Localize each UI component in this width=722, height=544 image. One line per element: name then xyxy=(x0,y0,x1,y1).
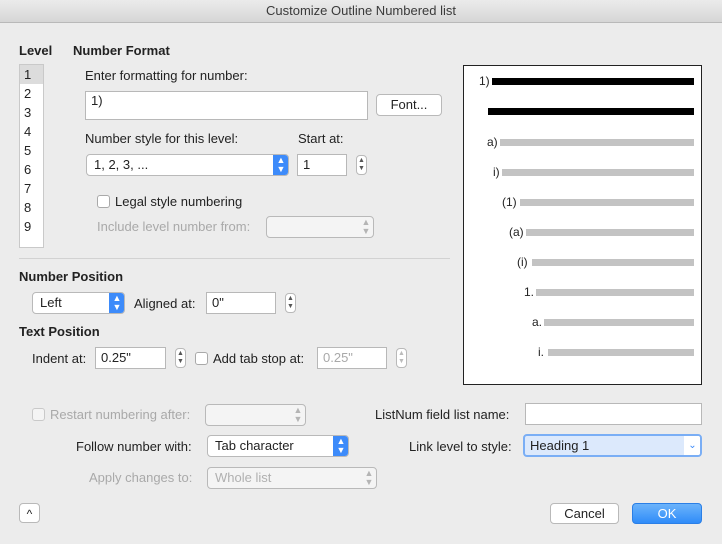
preview-label: 1) xyxy=(479,74,490,88)
indent-at-label: Indent at: xyxy=(32,351,87,366)
follow-number-value: Tab character xyxy=(215,438,294,453)
level-item-2[interactable]: 2 xyxy=(20,84,43,103)
link-level-select[interactable]: Heading 1 ⌄ xyxy=(523,434,702,457)
aligned-at-label: Aligned at: xyxy=(134,296,196,311)
restart-numbering-checkbox[interactable] xyxy=(32,408,45,421)
collapse-button[interactable]: ^ xyxy=(19,503,40,523)
link-level-value: Heading 1 xyxy=(530,438,590,453)
follow-number-label: Follow number with: xyxy=(76,439,192,454)
legal-style-checkbox[interactable] xyxy=(97,195,110,208)
list-preview: 1) a) i) (1) (a) (i) 1. a. i. xyxy=(463,65,702,385)
number-alignment-select[interactable]: Left ▲ ▼ xyxy=(32,292,125,314)
chevron-down-icon: ⌄ xyxy=(684,436,700,455)
tab-stop-input[interactable]: 0.25" xyxy=(317,347,387,369)
start-at-input[interactable]: 1 xyxy=(297,154,347,176)
preview-label: i) xyxy=(493,165,500,179)
legal-style-label: Legal style numbering xyxy=(115,194,243,209)
add-tab-stop-checkbox[interactable] xyxy=(195,352,208,365)
listnum-input[interactable] xyxy=(525,403,702,425)
preview-label: (1) xyxy=(502,195,517,209)
number-format-input[interactable]: 1) xyxy=(85,91,368,120)
preview-line xyxy=(488,108,694,115)
preview-line xyxy=(526,229,694,236)
number-style-value: 1, 2, 3, ... xyxy=(94,157,149,172)
select-arrows-icon: ▲ ▼ xyxy=(273,155,288,175)
level-item-5[interactable]: 5 xyxy=(20,141,43,160)
level-item-6[interactable]: 6 xyxy=(20,160,43,179)
include-level-label: Include level number from: xyxy=(97,219,251,234)
aligned-at-input[interactable]: 0" xyxy=(206,292,276,314)
level-item-8[interactable]: 8 xyxy=(20,198,43,217)
add-tab-stop-label: Add tab stop at: xyxy=(213,351,305,366)
number-style-label: Number style for this level: xyxy=(85,131,239,146)
level-item-1[interactable]: 1 xyxy=(20,65,43,84)
level-heading: Level xyxy=(19,43,53,58)
follow-number-select[interactable]: Tab character ▲ ▼ xyxy=(207,435,349,457)
level-list[interactable]: 1 2 3 4 5 6 7 8 9 xyxy=(19,64,44,248)
section-divider xyxy=(19,258,450,259)
level-item-3[interactable]: 3 xyxy=(20,103,43,122)
indent-at-stepper[interactable]: ▲ ▼ xyxy=(175,348,186,368)
preview-line xyxy=(500,139,694,146)
level-item-4[interactable]: 4 xyxy=(20,122,43,141)
select-arrows-icon: ▲ ▼ xyxy=(364,468,374,487)
preview-label: i. xyxy=(538,345,544,359)
preview-line xyxy=(492,78,694,85)
aligned-at-stepper[interactable]: ▲ ▼ xyxy=(285,293,296,313)
preview-line xyxy=(532,259,694,266)
preview-line xyxy=(548,349,694,356)
number-style-select[interactable]: 1, 2, 3, ... ▲ ▼ xyxy=(86,154,289,176)
listnum-label: ListNum field list name: xyxy=(375,407,510,422)
ok-button[interactable]: OK xyxy=(632,503,702,524)
preview-label: (i) xyxy=(517,255,528,269)
start-at-stepper[interactable]: ▲ ▼ xyxy=(356,155,367,175)
enter-formatting-label: Enter formatting for number: xyxy=(85,68,248,83)
preview-line xyxy=(544,319,694,326)
preview-label: 1. xyxy=(524,285,535,299)
apply-changes-value: Whole list xyxy=(215,470,272,485)
text-position-heading: Text Position xyxy=(19,324,100,339)
link-level-label: Link level to style: xyxy=(409,439,512,454)
indent-at-input[interactable]: 0.25" xyxy=(95,347,166,369)
tab-stop-stepper[interactable]: ▲ ▼ xyxy=(396,348,407,368)
number-alignment-value: Left xyxy=(40,295,62,310)
number-position-heading: Number Position xyxy=(19,269,124,284)
preview-line xyxy=(520,199,694,206)
select-arrows-icon: ▲ ▼ xyxy=(333,436,348,456)
restart-numbering-label: Restart numbering after: xyxy=(50,407,191,422)
select-arrows-icon: ▲ ▼ xyxy=(109,293,124,313)
level-item-9[interactable]: 9 xyxy=(20,217,43,236)
include-level-select[interactable]: ▲ ▼ xyxy=(266,216,374,238)
preview-label: (a) xyxy=(509,225,524,239)
select-arrows-icon: ▲ ▼ xyxy=(361,217,371,236)
font-button[interactable]: Font... xyxy=(376,94,442,116)
window-title: Customize Outline Numbered list xyxy=(0,0,722,23)
restart-numbering-select[interactable]: ▲ ▼ xyxy=(205,404,306,426)
apply-changes-select[interactable]: Whole list ▲ ▼ xyxy=(207,467,377,489)
preview-label: a) xyxy=(487,135,498,149)
cancel-button[interactable]: Cancel xyxy=(550,503,619,524)
level-item-7[interactable]: 7 xyxy=(20,179,43,198)
start-at-label: Start at: xyxy=(298,131,344,146)
select-arrows-icon: ▲ ▼ xyxy=(293,405,303,424)
preview-line xyxy=(536,289,694,296)
apply-changes-label: Apply changes to: xyxy=(89,470,193,485)
preview-line xyxy=(502,169,694,176)
preview-label: a. xyxy=(532,315,543,329)
number-format-heading: Number Format xyxy=(73,43,170,58)
